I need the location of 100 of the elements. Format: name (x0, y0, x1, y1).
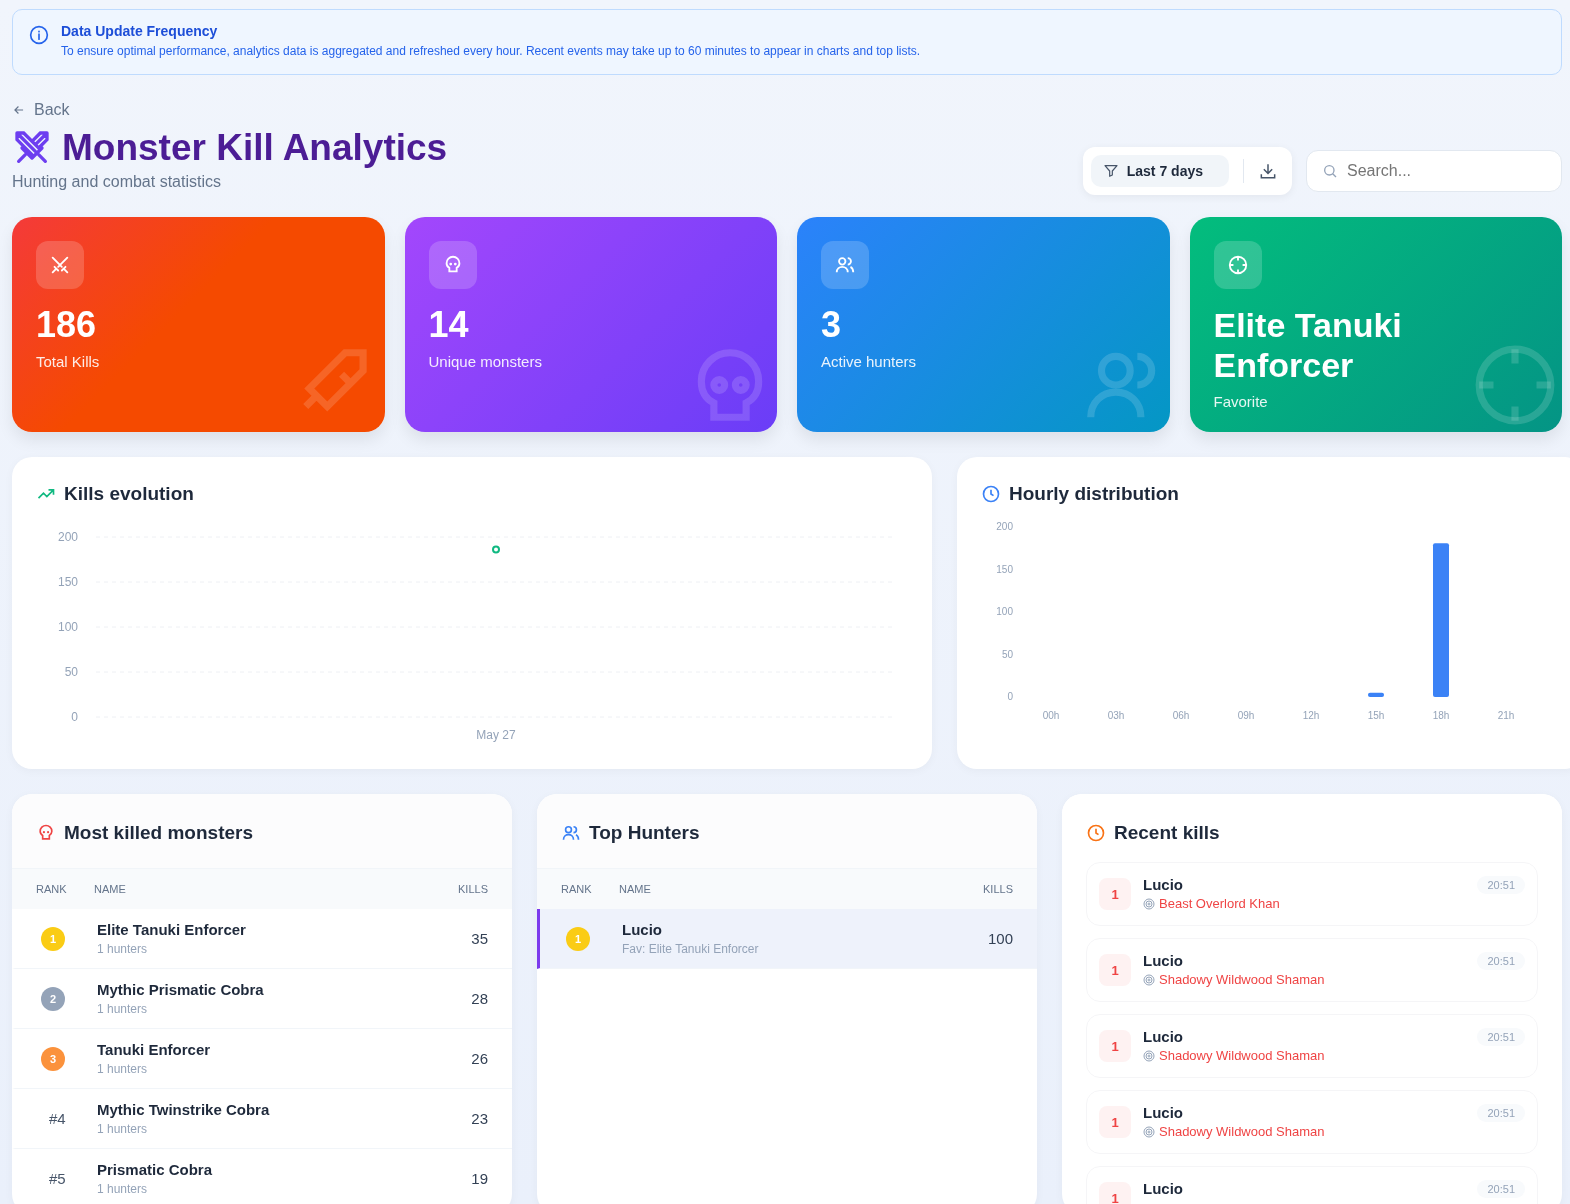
y-axis-label: 150 (996, 563, 1013, 575)
hunter-name: Lucio (1143, 1104, 1184, 1121)
table-row[interactable]: #5 Prismatic Cobra 1 hunters 19 (12, 1149, 512, 1204)
kill-entry[interactable]: 1 Lucio Shadowy Wildwood Shaman 20:51 (1086, 938, 1538, 1002)
y-axis-label: 200 (57, 530, 78, 544)
column-header: RANK (35, 883, 68, 895)
kill-time: 20:51 (1477, 1028, 1525, 1046)
rank-badge: 1 (566, 926, 590, 951)
y-axis-label: 50 (1001, 648, 1013, 660)
rank-badge: 1 (41, 926, 65, 951)
rank-badge: 1 (1099, 954, 1131, 986)
filter-icon (1102, 163, 1119, 179)
kill-time: 20:51 (1477, 1180, 1525, 1198)
row-name: Prismatic Cobra (97, 1161, 214, 1178)
x-axis-label: 09h (1237, 710, 1255, 721)
row-name: Tanuki Enforcer (97, 1041, 212, 1058)
y-axis-label: 200 (996, 521, 1013, 532)
crosshair-icon (1226, 254, 1249, 276)
kill-entry[interactable]: 1 Lucio Shadowy Wildwood Shaman 20:51 (1086, 1014, 1538, 1078)
clock-icon (981, 484, 1001, 504)
banner-title: Data Update Frequency (61, 23, 219, 39)
stat-value: 186 (36, 305, 98, 345)
table-row[interactable]: #4 Mythic Twinstrike Cobra 1 hunters 23 (12, 1089, 512, 1149)
hunter-name: Lucio (1143, 1180, 1184, 1197)
stat-value: Elite Tanuki Enforcer (1213, 305, 1403, 385)
page-title: Monster Kill Analytics (62, 127, 448, 169)
rank-badge: 1 (1099, 878, 1131, 910)
arrow-left-icon (12, 103, 26, 117)
x-axis-label: May 27 (476, 728, 516, 742)
stat-value: 14 (428, 305, 470, 345)
stat-value: 3 (821, 305, 843, 345)
row-detail: 1 hunters (97, 1062, 149, 1076)
stat-label: Unique monsters (428, 353, 543, 370)
row-detail: 1 hunters (97, 1002, 149, 1016)
kill-time: 20:51 (1477, 1104, 1525, 1122)
row-detail: 1 hunters (97, 942, 149, 956)
row-name: Mythic Prismatic Cobra (97, 981, 265, 998)
page-subtitle: Hunting and combat statistics (12, 173, 222, 191)
kill-entry[interactable]: 1 Lucio Beast Overlord Khan 20:51 (1086, 862, 1538, 926)
search-field[interactable]: Search... (1306, 150, 1562, 192)
row-name: Mythic Twinstrike Cobra (97, 1101, 271, 1118)
stat-label: Total Kills (36, 353, 101, 370)
rank-badge: 1 (1099, 1106, 1131, 1138)
x-axis-label: 00h (1042, 710, 1060, 721)
users-icon (561, 823, 581, 843)
card-title: Hourly distribution (1009, 483, 1179, 505)
y-axis-label: 0 (71, 710, 78, 724)
x-axis-label: 03h (1107, 710, 1125, 721)
selected-row[interactable]: 1 Lucio Fav: Elite Tanuki Enforcer 100 (537, 909, 1037, 969)
hunter-name: Lucio (1143, 952, 1184, 969)
y-axis-label: 100 (57, 620, 78, 634)
monster-name: Shadowy Wildwood Shaman (1159, 1124, 1325, 1139)
rank-badge: 2 (41, 986, 65, 1011)
monster-name: Shadowy Wildwood Shaman (1159, 1048, 1325, 1063)
date-filter-button[interactable]: Last 7 days (1090, 155, 1229, 187)
table-row[interactable]: 1 Elite Tanuki Enforcer 1 hunters 35 (12, 909, 512, 969)
kill-time: 20:51 (1477, 952, 1525, 970)
hunter-name: Lucio (1143, 876, 1184, 893)
table-row[interactable]: 3 Tanuki Enforcer 1 hunters 26 (12, 1029, 512, 1089)
column-header: KILLS (457, 883, 489, 895)
row-detail: 1 hunters (97, 1182, 149, 1196)
kill-entry[interactable]: 1 Lucio 20:51 (1086, 1166, 1538, 1204)
rank-number: #5 (49, 1169, 66, 1187)
kill-time: 20:51 (1477, 876, 1525, 894)
column-header: RANK (560, 883, 593, 895)
x-axis-label: 12h (1302, 710, 1320, 721)
row-detail: Fav: Elite Tanuki Enforcer (622, 942, 760, 956)
y-axis-label: 150 (57, 575, 78, 589)
target-icon (1143, 897, 1155, 910)
bar (1368, 692, 1384, 697)
rank-number: #4 (49, 1109, 66, 1127)
x-axis-label: 15h (1367, 710, 1385, 721)
stat-label: Favorite (1213, 393, 1269, 410)
column-header: KILLS (982, 883, 1014, 895)
column-header: NAME (619, 883, 652, 895)
kill-entry[interactable]: 1 Lucio Shadowy Wildwood Shaman 20:51 (1086, 1090, 1538, 1154)
crossed-swords-icon (49, 254, 71, 276)
monster-name: Beast Overlord Khan (1159, 896, 1280, 911)
download-icon[interactable] (1258, 161, 1278, 181)
hunter-name: Lucio (1143, 1028, 1184, 1045)
target-icon (1143, 973, 1155, 986)
row-name: Elite Tanuki Enforcer (97, 921, 247, 938)
column-header: NAME (94, 883, 127, 895)
info-icon (29, 25, 49, 45)
row-name: Lucio (622, 921, 663, 938)
card-title: Recent kills (1114, 822, 1220, 844)
card-title: Most killed monsters (64, 822, 253, 844)
clock-icon (1086, 823, 1106, 843)
row-detail: 1 hunters (97, 1122, 149, 1136)
back-link[interactable]: Back (12, 101, 70, 119)
skull-icon (36, 823, 56, 843)
kill-count: 35 (470, 930, 489, 947)
card-title: Kills evolution (64, 483, 194, 505)
table-row[interactable]: 2 Mythic Prismatic Cobra 1 hunters 28 (12, 969, 512, 1029)
rank-badge: 1 (1099, 1030, 1131, 1062)
kill-count: 26 (470, 1050, 489, 1067)
monster-name: Shadowy Wildwood Shaman (1159, 972, 1325, 987)
banner-text: To ensure optimal performance, analytics data is aggregated and refreshed every hour. Recent events may take up to 60 minutes to appear in charts and top lists. (61, 44, 921, 58)
rank-badge: 3 (41, 1046, 65, 1071)
rank-badge: 1 (1099, 1182, 1131, 1204)
